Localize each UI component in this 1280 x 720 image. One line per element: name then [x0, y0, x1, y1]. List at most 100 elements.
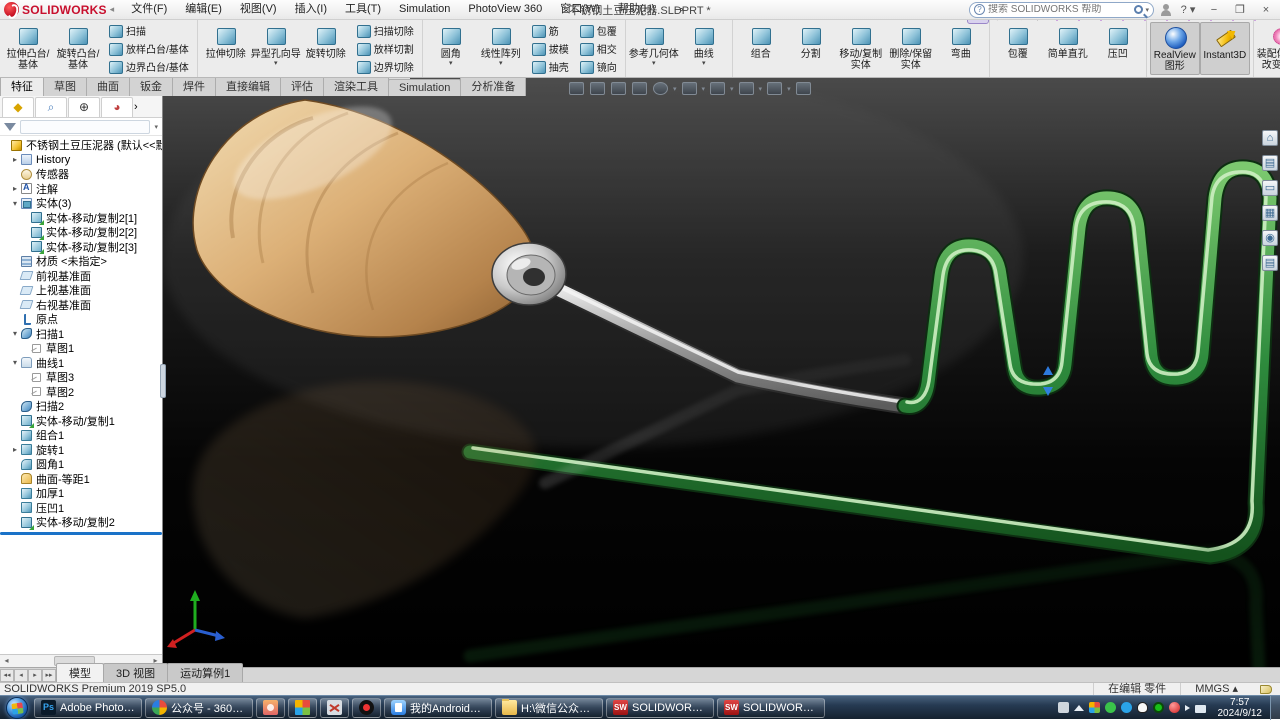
- tree-item[interactable]: 实体-移动/复制2[3]: [0, 240, 162, 255]
- ribbon-button-rib[interactable]: 筋: [528, 22, 572, 39]
- tab-nav-icon[interactable]: ◂: [14, 669, 28, 682]
- record-icon[interactable]: [1152, 702, 1164, 713]
- dropdown-caret-icon[interactable]: ▾: [274, 60, 278, 67]
- ribbon-button-flex[interactable]: 弯曲: [936, 22, 986, 75]
- windows-icon[interactable]: [1088, 702, 1100, 713]
- start-button[interactable]: [6, 696, 28, 719]
- ribbon-button-sweepcut[interactable]: 扫描切除: [353, 22, 417, 39]
- ribbon-button-loft[interactable]: 放样凸台/基体: [105, 40, 192, 57]
- command-tab-特征[interactable]: 特征: [0, 75, 44, 96]
- ribbon-button-refgeo[interactable]: 参考几何体 ▾: [629, 22, 679, 75]
- expand-arrow-icon[interactable]: ▾: [10, 358, 20, 367]
- propertymanager-tab[interactable]: ⌕: [35, 96, 67, 117]
- ribbon-button-holewizard[interactable]: 异型孔向导 ▾: [251, 22, 301, 75]
- user-account-icon[interactable]: [1160, 3, 1172, 16]
- tree-item[interactable]: ▸ 旋转1: [0, 443, 162, 458]
- ribbon-button-sweep[interactable]: 扫描: [105, 22, 192, 39]
- dropdown-caret-icon[interactable]: ▾: [787, 85, 791, 93]
- taskbar-button-sw[interactable]: SW SOLIDWORKS P...: [606, 697, 714, 718]
- command-tab-渲染工具[interactable]: 渲染工具: [323, 75, 389, 96]
- ribbon-button-combine[interactable]: 组合: [736, 22, 786, 75]
- taskbar-button-record[interactable]: [352, 697, 381, 718]
- tree-item[interactable]: 组合1: [0, 428, 162, 443]
- ribbon-button-revcut[interactable]: 旋转切除: [301, 22, 351, 75]
- tree-item[interactable]: ▸ History: [0, 153, 162, 168]
- view-palette-icon[interactable]: ▦: [1262, 205, 1278, 221]
- tree-item[interactable]: ▾ 曲线1: [0, 356, 162, 371]
- taskbar-button-sw[interactable]: SW SOLIDWORKS P...: [717, 697, 825, 718]
- tree-item[interactable]: 原点: [0, 312, 162, 327]
- ribbon-button-draft[interactable]: 拔模: [528, 40, 572, 57]
- taskbar-button-scissors[interactable]: [320, 697, 349, 718]
- taskbar-clock[interactable]: 7:57 2024/9/12: [1210, 697, 1271, 719]
- pin-menu-icon[interactable]: ⊸: [664, 3, 693, 16]
- close-button[interactable]: ×: [1256, 4, 1276, 16]
- ribbon-button-simplehole[interactable]: 简单直孔: [1043, 22, 1093, 75]
- command-tab-Simulation[interactable]: Simulation: [388, 79, 462, 96]
- units-selector[interactable]: MMGS ▴: [1180, 683, 1252, 695]
- k-app-icon[interactable]: [1120, 702, 1132, 713]
- ribbon-button-fillet[interactable]: 圆角 ▾: [426, 22, 476, 75]
- scroll-left-icon[interactable]: ◂: [0, 655, 13, 667]
- menu-expand-icon[interactable]: ◂: [110, 4, 115, 15]
- taskbar-button-tiles[interactable]: [288, 697, 317, 718]
- displaymanager-tab[interactable]: ◕: [101, 96, 133, 117]
- tree-item[interactable]: ▸注解: [0, 182, 162, 197]
- home-icon[interactable]: ⌂: [1262, 130, 1278, 146]
- ribbon-button-wrap[interactable]: 包覆: [993, 22, 1043, 75]
- menu-item[interactable]: PhotoView 360: [459, 0, 551, 19]
- tree-item[interactable]: 右视基准面: [0, 298, 162, 313]
- tree-item[interactable]: 草图1: [0, 341, 162, 356]
- volume-icon[interactable]: [1184, 704, 1190, 711]
- menu-item[interactable]: 帮助(H): [609, 0, 664, 19]
- panel-splitter[interactable]: [160, 96, 166, 667]
- command-tab-分析准备[interactable]: 分析准备: [460, 75, 527, 96]
- ribbon-button-shell[interactable]: 抽壳: [528, 58, 572, 75]
- tab-nav-icon[interactable]: ◂◂: [0, 669, 14, 682]
- tree-item[interactable]: 草图3: [0, 370, 162, 385]
- tree-item[interactable]: 实体-移动/复制2[1]: [0, 211, 162, 226]
- ribbon-button-curves[interactable]: 曲线 ▾: [679, 22, 729, 75]
- edit-appearance-icon[interactable]: [738, 81, 755, 96]
- dropdown-caret-icon[interactable]: ▾: [702, 85, 706, 93]
- tree-item[interactable]: 实体-移动/复制2[2]: [0, 225, 162, 240]
- ribbon-button-extrude[interactable]: 拉伸凸台/基体: [3, 22, 53, 75]
- command-tab-草图[interactable]: 草图: [43, 75, 87, 96]
- tree-item[interactable]: 前视基准面: [0, 269, 162, 284]
- minimize-button[interactable]: −: [1204, 4, 1224, 16]
- tree-item[interactable]: ▾ 扫描1: [0, 327, 162, 342]
- menu-item[interactable]: 文件(F): [122, 0, 176, 19]
- tree-item[interactable]: 草图2: [0, 385, 162, 400]
- command-tab-评估[interactable]: 评估: [280, 75, 324, 96]
- qq-icon[interactable]: [1136, 702, 1148, 713]
- tree-item[interactable]: 实体-移动/复制2: [0, 515, 162, 530]
- command-tab-曲面[interactable]: 曲面: [86, 75, 130, 96]
- document-tab-3D 视图[interactable]: 3D 视图: [103, 663, 169, 682]
- ribbon-button-loftcut[interactable]: 放样切割: [353, 40, 417, 57]
- design-library-icon[interactable]: ▤: [1262, 155, 1278, 171]
- filter-caret-icon[interactable]: ▾: [154, 123, 158, 131]
- zoom-fit-icon[interactable]: [568, 81, 585, 96]
- appearances-icon[interactable]: ◉: [1262, 230, 1278, 246]
- restore-button[interactable]: ❐: [1230, 3, 1250, 16]
- filter-icon[interactable]: [4, 122, 16, 131]
- ribbon-button-boundcut[interactable]: 边界切除: [353, 58, 417, 75]
- ribbon-button-pattern[interactable]: 线性阵列 ▾: [476, 22, 526, 75]
- tree-item[interactable]: 材质 <未指定>: [0, 254, 162, 269]
- rollback-bar[interactable]: [0, 531, 162, 535]
- custom-properties-icon[interactable]: ▤: [1262, 255, 1278, 271]
- menu-item[interactable]: Simulation: [390, 0, 459, 19]
- search-input[interactable]: [988, 4, 1135, 15]
- zoom-area-icon[interactable]: [589, 81, 606, 96]
- show-desktop-button[interactable]: [1270, 695, 1280, 720]
- expand-arrow-icon[interactable]: ▸: [10, 184, 20, 193]
- dropdown-caret-icon[interactable]: ▾: [730, 85, 734, 93]
- help-button[interactable]: ? ▾: [1178, 3, 1198, 16]
- expand-arrow-icon[interactable]: ▸: [10, 445, 20, 454]
- ribbon-button-boundary[interactable]: 边界凸台/基体: [105, 58, 192, 75]
- ribbon-button-indent[interactable]: 压凹: [1093, 22, 1143, 75]
- ribbon-button-revolve[interactable]: 旋转凸台/基体: [53, 22, 103, 75]
- tabs-overflow-icon[interactable]: ›: [134, 101, 138, 113]
- taskbar-button-phone[interactable]: 我的Android手机: [384, 697, 492, 718]
- ribbon-button-cut[interactable]: 拉伸切除: [201, 22, 251, 75]
